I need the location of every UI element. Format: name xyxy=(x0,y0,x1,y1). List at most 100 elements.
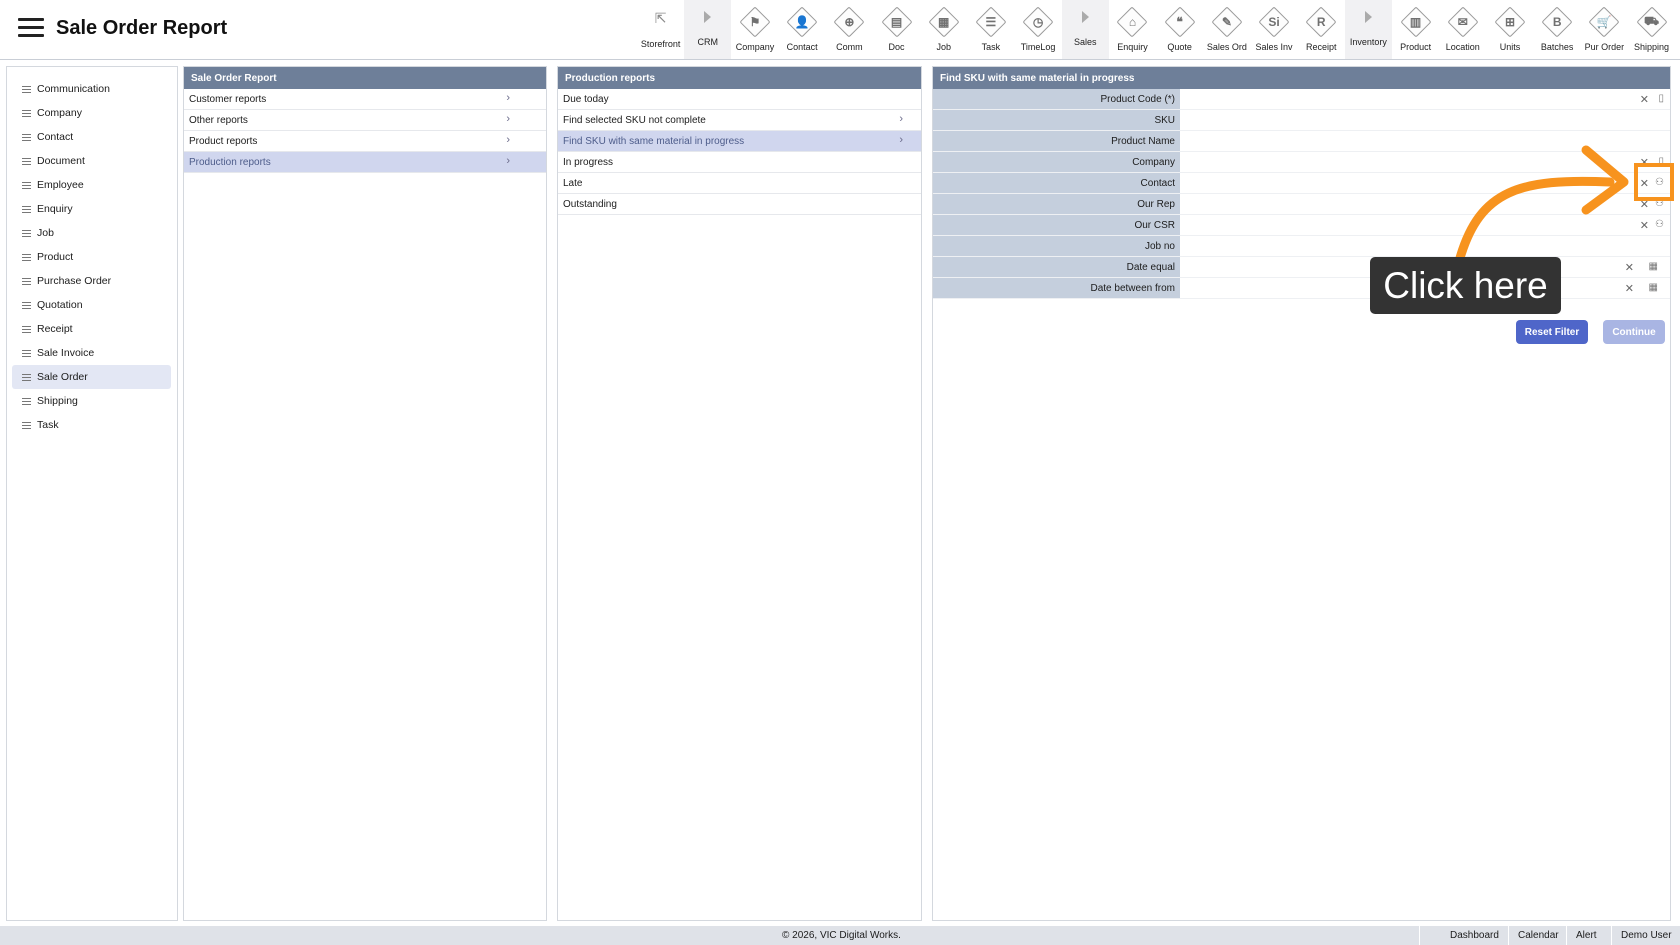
filter-input[interactable] xyxy=(1180,236,1670,257)
footer-dashboard-link[interactable]: Dashboard xyxy=(1450,930,1499,941)
nav-item-label: Product xyxy=(37,251,74,263)
filter-input[interactable] xyxy=(1180,152,1670,173)
report-category-item[interactable]: Customer reports › xyxy=(184,89,546,110)
report-item[interactable]: Late xyxy=(558,173,921,194)
footer-alert-link[interactable]: Alert xyxy=(1576,930,1597,941)
hamburger-menu-icon[interactable] xyxy=(18,18,44,38)
module-icon: Si xyxy=(1257,5,1291,39)
nav-item-purchase-order[interactable]: Purchase Order xyxy=(12,269,171,293)
report-item[interactable]: In progress xyxy=(558,152,921,173)
page-title: Sale Order Report xyxy=(56,17,228,39)
report-item[interactable]: Due today xyxy=(558,89,921,110)
toolbar-label: Pur Order xyxy=(1584,42,1625,52)
nav-item-document[interactable]: Document xyxy=(12,149,171,173)
toolbar-job-button[interactable]: ▦ Job xyxy=(920,0,967,59)
filter-input[interactable] xyxy=(1180,215,1670,236)
toolbar-label: Comm xyxy=(836,42,863,52)
clear-icon[interactable]: ✕ xyxy=(1625,282,1634,295)
nav-item-quotation[interactable]: Quotation xyxy=(12,293,171,317)
toolbar-contact-button[interactable]: 👤 Contact xyxy=(779,0,826,59)
toolbar-label: Receipt xyxy=(1305,42,1337,52)
module-icon: ◷ xyxy=(1021,5,1055,39)
toolbar-timelog-button[interactable]: ◷ TimeLog xyxy=(1015,0,1062,59)
nav-item-contact[interactable]: Contact xyxy=(12,125,171,149)
nav-item-communication[interactable]: Communication xyxy=(12,77,171,101)
nav-item-label: Document xyxy=(37,155,85,167)
field-label: Product Name xyxy=(933,131,1180,151)
toolbar-receipt-button[interactable]: R Receipt xyxy=(1298,0,1345,59)
nav-item-label: Company xyxy=(37,107,82,119)
nav-item-task[interactable]: Task xyxy=(12,413,171,437)
toolbar-sales-inv-button[interactable]: Si Sales Inv xyxy=(1250,0,1297,59)
filter-input[interactable] xyxy=(1180,110,1670,131)
nav-item-job[interactable]: Job xyxy=(12,221,171,245)
toolbar-inventory-button[interactable]: Inventory xyxy=(1344,0,1392,59)
nav-item-employee[interactable]: Employee xyxy=(12,173,171,197)
report-filter-panel: Find SKU with same material in progress … xyxy=(932,66,1671,921)
toolbar-quote-button[interactable]: ❝ Quote xyxy=(1156,0,1203,59)
nav-item-label: Purchase Order xyxy=(37,275,112,287)
toolbar-units-button[interactable]: ⊞ Units xyxy=(1486,0,1533,59)
filter-input[interactable] xyxy=(1180,173,1670,194)
toolbar-pur-order-button[interactable]: 🛒 Pur Order xyxy=(1581,0,1628,59)
module-icon: ✎ xyxy=(1210,5,1244,39)
filter-row-product-code: Product Code (*) ✕ ▯ xyxy=(933,89,1670,110)
toolbar-doc-button[interactable]: ▤ Doc xyxy=(873,0,920,59)
toolbar-crm-button[interactable]: CRM xyxy=(684,0,732,59)
filter-input[interactable] xyxy=(1180,131,1670,152)
report-item[interactable]: Find selected SKU not complete › xyxy=(558,110,921,131)
toolbar-task-button[interactable]: ☰ Task xyxy=(967,0,1014,59)
person-icon[interactable]: ⚇ xyxy=(1655,219,1664,230)
footer-user-link[interactable]: Demo User xyxy=(1621,930,1672,941)
clear-icon[interactable]: ✕ xyxy=(1640,219,1649,232)
report-category-label: Product reports xyxy=(189,135,258,147)
nav-item-receipt[interactable]: Receipt xyxy=(12,317,171,341)
nav-item-product[interactable]: Product xyxy=(12,245,171,269)
field-container: ✕ ⚇ xyxy=(1180,173,1670,194)
toolbar-storefront-button[interactable]: ⇱ Storefront xyxy=(637,0,684,59)
report-category-item[interactable]: Other reports › xyxy=(184,110,546,131)
toolbar-company-button[interactable]: ⚑ Company xyxy=(731,0,778,59)
list-icon xyxy=(22,252,31,263)
list-icon xyxy=(22,300,31,311)
filter-input[interactable] xyxy=(1180,194,1670,215)
nav-item-sale-order[interactable]: Sale Order xyxy=(12,365,171,389)
chevron-right-icon xyxy=(1081,11,1089,23)
toolbar-batches-button[interactable]: B Batches xyxy=(1534,0,1581,59)
filter-row-job-no: Job no xyxy=(933,236,1670,257)
nav-item-label: Sale Invoice xyxy=(37,347,95,359)
report-item[interactable]: Find SKU with same material in progress › xyxy=(558,131,921,152)
toolbar-product-button[interactable]: ▥ Product xyxy=(1392,0,1439,59)
clipboard-icon[interactable]: ▯ xyxy=(1658,93,1664,104)
toolbar-sales-ord-button[interactable]: ✎ Sales Ord xyxy=(1203,0,1250,59)
toolbar-enquiry-button[interactable]: ⌂ Enquiry xyxy=(1109,0,1156,59)
continue-button[interactable]: Continue xyxy=(1603,320,1665,344)
module-icon: B xyxy=(1540,5,1574,39)
clear-icon[interactable]: ✕ xyxy=(1625,261,1634,274)
module-icon: ⊕ xyxy=(832,5,866,39)
clear-icon[interactable]: ✕ xyxy=(1640,93,1649,106)
toolbar-label: Sales xyxy=(1074,37,1097,47)
footer-calendar-link[interactable]: Calendar xyxy=(1518,930,1559,941)
report-category-label: Production reports xyxy=(189,156,271,168)
calendar-icon[interactable]: ▦ xyxy=(1649,261,1658,272)
toolbar-label: Batches xyxy=(1540,42,1574,52)
toolbar-shipping-button[interactable]: ⛟ Shipping xyxy=(1628,0,1675,59)
reset-filter-button[interactable]: Reset Filter xyxy=(1516,320,1588,344)
calendar-icon[interactable]: ▦ xyxy=(1649,282,1658,293)
toolbar-comm-button[interactable]: ⊕ Comm xyxy=(826,0,873,59)
toolbar-sales-button[interactable]: Sales xyxy=(1061,0,1109,59)
chevron-right-icon xyxy=(1364,11,1372,23)
nav-item-enquiry[interactable]: Enquiry xyxy=(12,197,171,221)
report-category-item[interactable]: Production reports › xyxy=(184,152,546,173)
filter-input[interactable] xyxy=(1180,89,1670,110)
nav-item-sale-invoice[interactable]: Sale Invoice xyxy=(12,341,171,365)
report-category-item[interactable]: Product reports › xyxy=(184,131,546,152)
report-item[interactable]: Outstanding xyxy=(558,194,921,215)
nav-item-shipping[interactable]: Shipping xyxy=(12,389,171,413)
toolbar-location-button[interactable]: ✉ Location xyxy=(1439,0,1486,59)
nav-item-company[interactable]: Company xyxy=(12,101,171,125)
toolbar-label: Product xyxy=(1400,42,1432,52)
list-icon xyxy=(22,108,31,119)
nav-item-label: Communication xyxy=(37,83,110,95)
